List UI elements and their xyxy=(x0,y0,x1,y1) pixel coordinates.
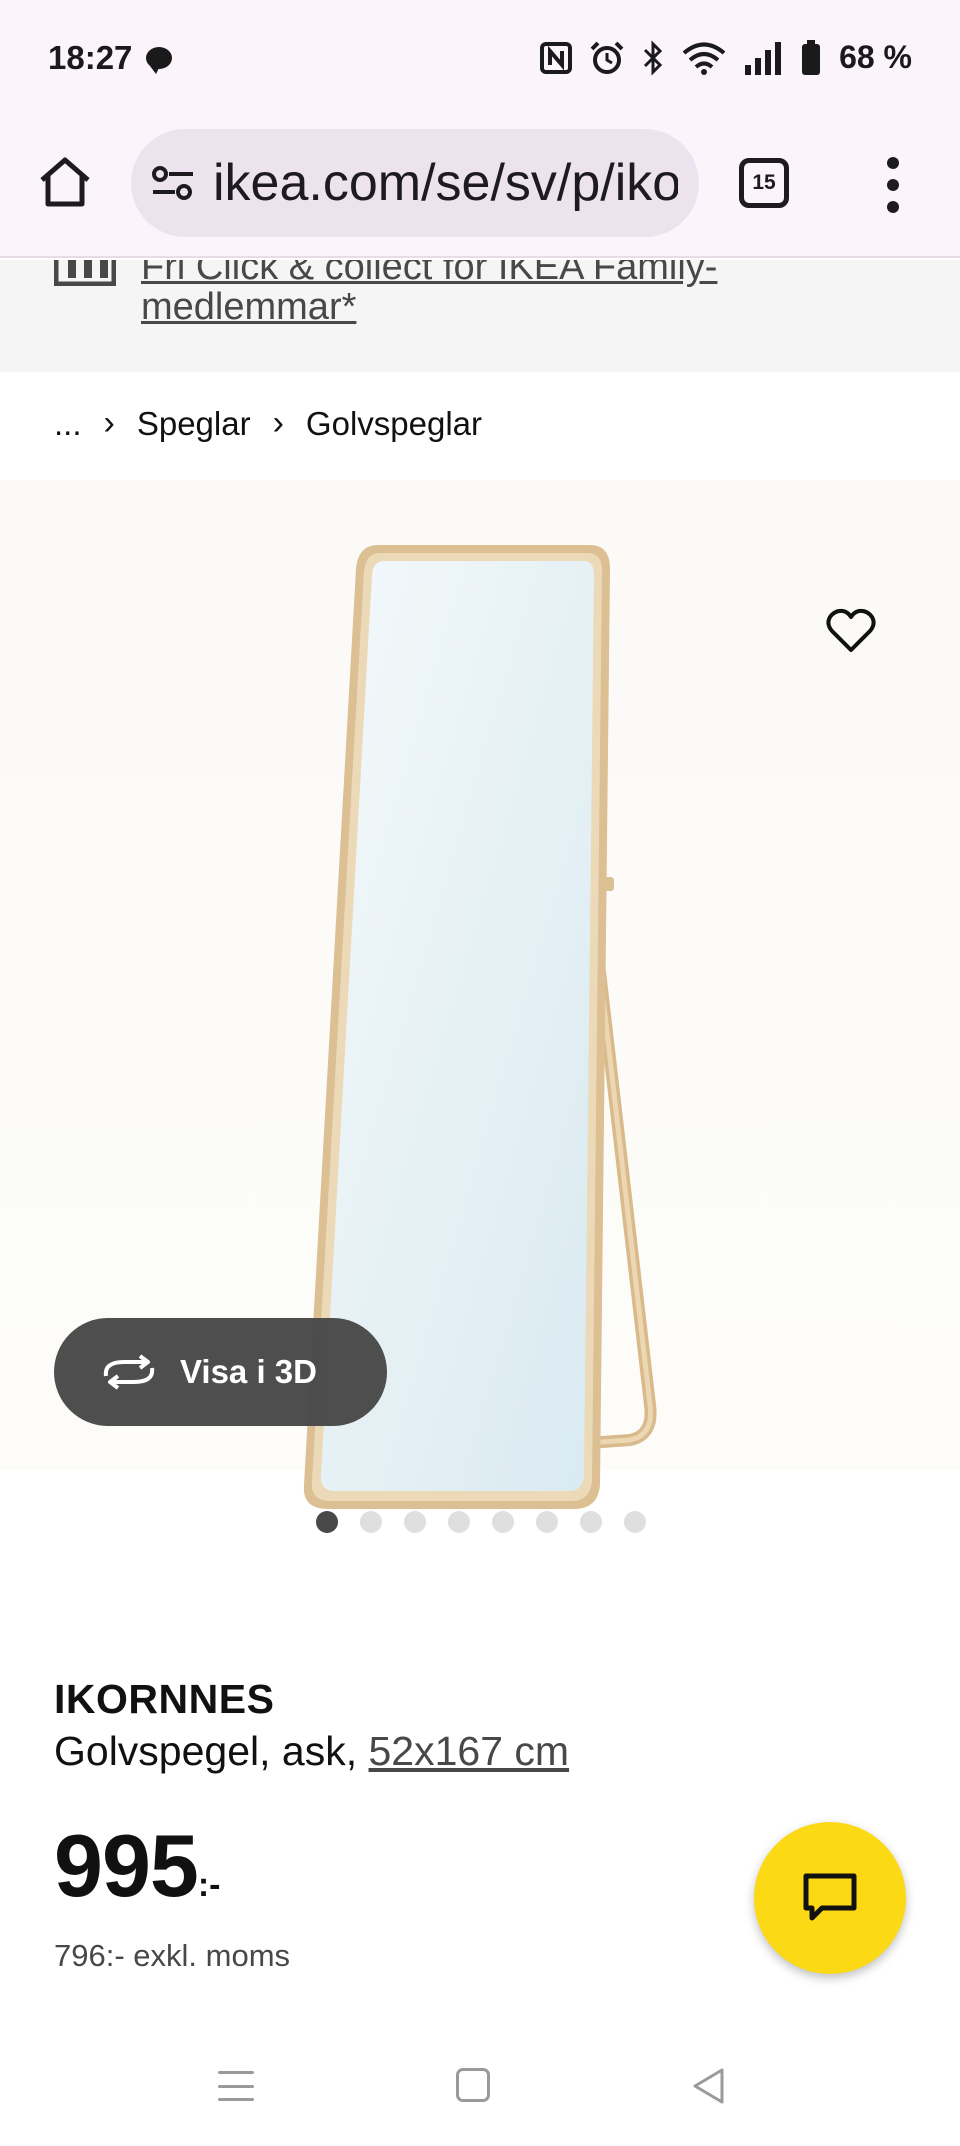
view-in-3d-button[interactable]: Visa i 3D xyxy=(54,1318,387,1426)
signal-icon xyxy=(745,41,782,75)
home-icon xyxy=(40,157,90,207)
product-image-gallery[interactable]: Visa i 3D xyxy=(0,480,960,1509)
promo-banner[interactable]: Fri Click & collect för IKEA Family- med… xyxy=(0,260,960,372)
carousel-dot[interactable] xyxy=(492,1511,514,1533)
carousel-dot[interactable] xyxy=(624,1511,646,1533)
chevron-right-icon: › xyxy=(103,404,115,442)
chat-notification-icon xyxy=(146,46,173,74)
product-name: IKORNNES xyxy=(54,1676,275,1722)
url-text: ikea.com/se/sv/p/ikornnes xyxy=(213,154,678,212)
tune-icon[interactable] xyxy=(151,165,195,201)
more-vert-icon[interactable] xyxy=(878,153,908,217)
product-size-link[interactable]: 52x167 cm xyxy=(369,1728,570,1774)
product-description: Golvspegel, ask, 52x167 cm xyxy=(54,1728,569,1775)
chat-icon xyxy=(803,1873,857,1921)
carousel-dot[interactable] xyxy=(536,1511,558,1533)
price-excl-vat: 796:- exkl. moms xyxy=(54,1938,291,1973)
battery-percentage: 68 % xyxy=(839,39,912,75)
breadcrumb-item-golvspeglar[interactable]: Golvspeglar xyxy=(306,405,482,443)
status-bar: 18:27 68 % xyxy=(0,0,960,115)
price-suffix: :- xyxy=(197,1866,221,1904)
tab-switcher-button[interactable]: 15 xyxy=(739,158,789,208)
nfc-icon xyxy=(540,41,573,74)
alarm-icon xyxy=(590,41,624,74)
breadcrumb-ellipsis[interactable]: ... xyxy=(54,405,82,443)
carousel-dot[interactable] xyxy=(404,1511,426,1533)
tab-count: 15 xyxy=(752,171,776,194)
recent-apps-icon[interactable] xyxy=(218,2068,254,2104)
carousel-dot[interactable] xyxy=(316,1511,338,1533)
breadcrumb-item-speglar[interactable]: Speglar xyxy=(137,405,251,443)
system-home-icon[interactable] xyxy=(456,2068,490,2102)
carousel-indicators xyxy=(316,1511,646,1533)
heart-icon xyxy=(826,608,876,652)
browser-toolbar: ikea.com/se/sv/p/ikornnes 15 xyxy=(0,115,960,258)
price-amount: 995 xyxy=(54,1816,199,1915)
wifi-icon xyxy=(682,42,726,75)
home-button[interactable] xyxy=(34,151,96,213)
rotate-icon xyxy=(103,1354,155,1390)
system-navigation-bar xyxy=(0,2030,960,2146)
status-icons: 68 % xyxy=(539,39,912,76)
promo-text-line1[interactable]: Fri Click & collect för IKEA Family- xyxy=(141,260,717,289)
carousel-dot[interactable] xyxy=(580,1511,602,1533)
promo-text-line2[interactable]: medlemmar* xyxy=(141,286,356,329)
address-bar[interactable]: ikea.com/se/sv/p/ikornnes xyxy=(131,129,699,237)
product-type: Golvspegel, ask, xyxy=(54,1728,369,1774)
breadcrumb: ... › Speglar › Golvspeglar xyxy=(54,404,482,443)
favorite-button[interactable] xyxy=(820,600,882,662)
status-time: 18:27 xyxy=(48,38,133,76)
battery-icon xyxy=(802,39,821,75)
view-in-3d-label: Visa i 3D xyxy=(180,1353,317,1390)
chat-button[interactable] xyxy=(754,1822,906,1974)
bluetooth-icon xyxy=(644,39,663,76)
carousel-dot[interactable] xyxy=(448,1511,470,1533)
chevron-right-icon: › xyxy=(272,404,284,442)
back-icon[interactable] xyxy=(690,2066,726,2106)
store-icon xyxy=(54,260,116,286)
carousel-dot[interactable] xyxy=(360,1511,382,1533)
product-price: 995 :- xyxy=(54,1822,220,1910)
